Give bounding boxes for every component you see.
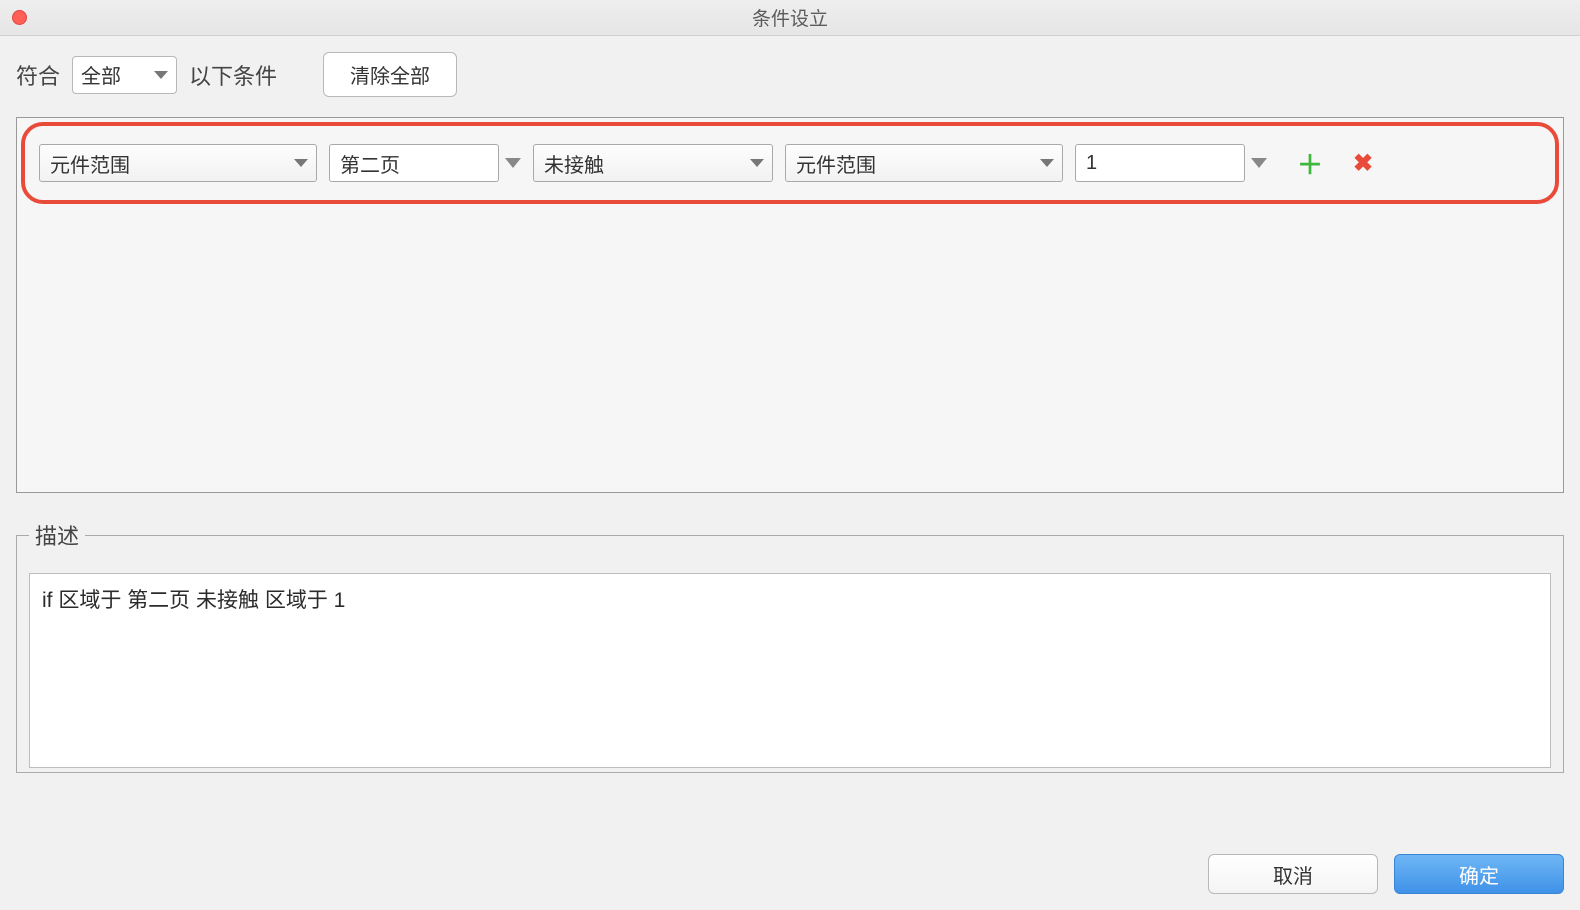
- condition-field-1-value: 元件范围: [50, 149, 130, 178]
- chevron-down-icon[interactable]: [505, 158, 521, 168]
- add-condition-icon[interactable]: ＋: [1297, 145, 1323, 182]
- clear-all-button[interactable]: 清除全部: [323, 52, 457, 97]
- condition-field-1-dropdown[interactable]: 元件范围: [39, 144, 317, 182]
- chevron-down-icon: [154, 71, 168, 79]
- condition-field-2-combo: [329, 144, 521, 182]
- condition-field-5-combo: [1075, 144, 1267, 182]
- conditions-panel: 元件范围 未接触 元件范围 ＋ ✖: [16, 117, 1564, 493]
- window-title: 条件设立: [752, 4, 828, 31]
- window-close-button[interactable]: [12, 10, 27, 25]
- match-mode-value: 全部: [81, 60, 121, 89]
- condition-field-4-dropdown[interactable]: 元件范围: [785, 144, 1063, 182]
- match-row: 符合 全部 以下条件 清除全部: [16, 52, 1564, 97]
- condition-row: 元件范围 未接触 元件范围 ＋ ✖: [21, 122, 1559, 204]
- chevron-down-icon: [1040, 159, 1054, 167]
- chevron-down-icon[interactable]: [1251, 158, 1267, 168]
- ok-button[interactable]: 确定: [1394, 854, 1564, 894]
- condition-field-3-dropdown[interactable]: 未接触: [533, 144, 773, 182]
- description-text: if 区域于 第二页 未接触 区域于 1: [29, 573, 1551, 768]
- chevron-down-icon: [750, 159, 764, 167]
- match-suffix-label: 以下条件: [189, 59, 277, 91]
- match-label: 符合: [16, 59, 60, 91]
- condition-field-3-value: 未接触: [544, 149, 604, 178]
- titlebar: 条件设立: [0, 0, 1580, 36]
- cancel-button[interactable]: 取消: [1208, 854, 1378, 894]
- description-label: 描述: [29, 519, 85, 551]
- condition-field-2-input[interactable]: [329, 144, 499, 182]
- match-mode-dropdown[interactable]: 全部: [72, 56, 177, 94]
- condition-field-5-input[interactable]: [1075, 144, 1245, 182]
- footer: 取消 确定: [1192, 838, 1580, 910]
- chevron-down-icon: [294, 159, 308, 167]
- content-area: 符合 全部 以下条件 清除全部 元件范围 未接触 元件范围: [0, 36, 1580, 773]
- description-fieldset: 描述 if 区域于 第二页 未接触 区域于 1: [16, 519, 1564, 773]
- remove-condition-icon[interactable]: ✖: [1353, 149, 1373, 178]
- condition-field-4-value: 元件范围: [796, 149, 876, 178]
